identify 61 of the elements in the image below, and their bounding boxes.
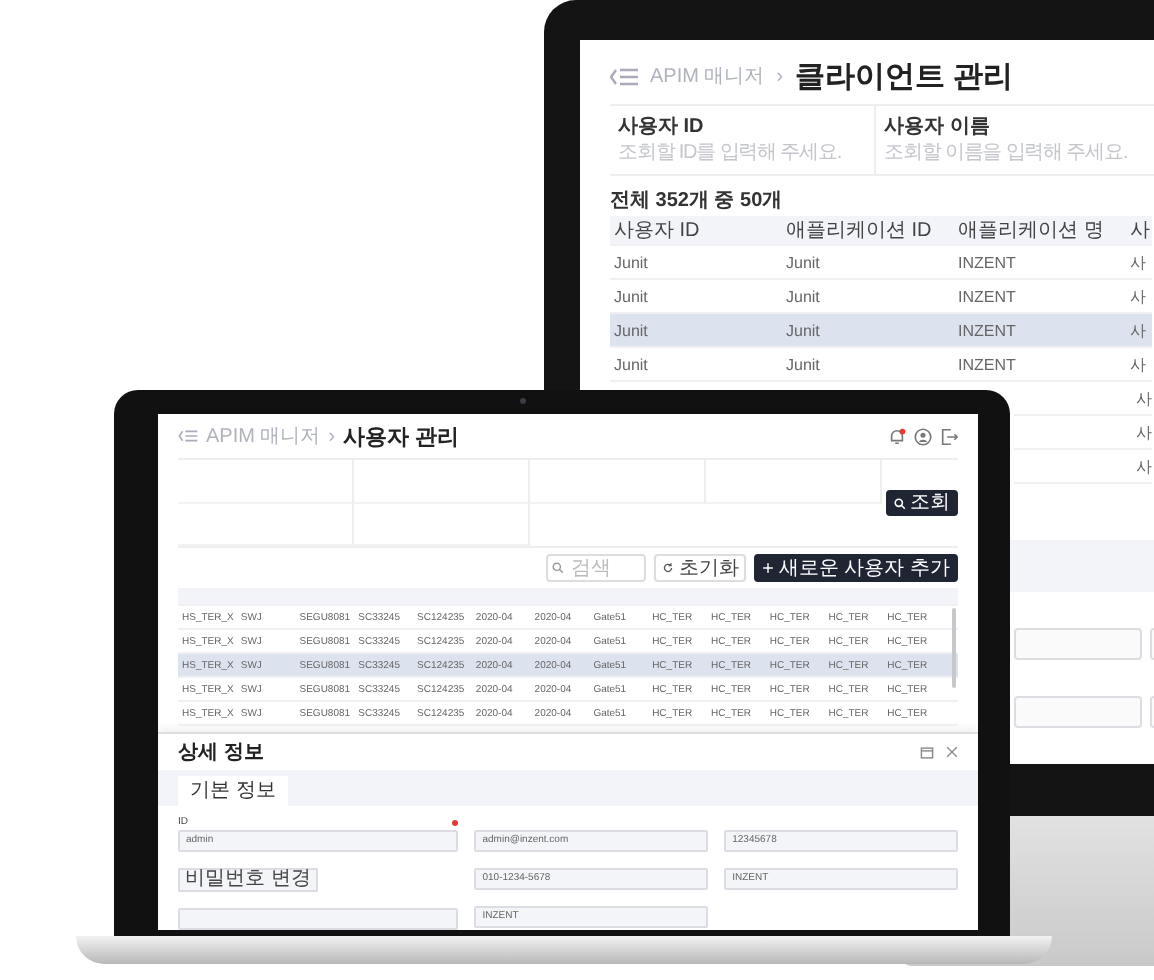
input-field[interactable] [1014, 696, 1142, 728]
table-cell-text: Junit [784, 287, 822, 305]
table-row[interactable]: 사 [1014, 382, 1152, 416]
table-cell-text: 사 [1134, 421, 1152, 443]
search-icon [894, 497, 906, 510]
search-icon [552, 562, 565, 574]
tab[interactable]: 기본 정보 [178, 776, 288, 806]
column-header: 애플리케이션 명 [956, 218, 1106, 244]
table-cell-text: 사 [1128, 353, 1148, 375]
filter-field[interactable]: 조회할 이름을 입력해 주세요. [884, 141, 1136, 165]
filter-label: 사용자 이름 [884, 115, 992, 137]
table-cell-text: Junit [612, 287, 650, 305]
reset-button[interactable]: 초기화 [654, 554, 747, 582]
table-cell-text: Junit [784, 253, 822, 271]
table-row[interactable]: Junit Junit INZENT 사 [610, 348, 1152, 382]
table-cell-text: 사 [1134, 455, 1152, 477]
table-row[interactable]: Junit Junit INZENT 사 [610, 314, 1152, 348]
search-field[interactable]: 검색 [546, 554, 647, 582]
table-cell-text: Junit [612, 321, 650, 339]
logout-icon[interactable] [940, 427, 958, 446]
table-row[interactable]: Junit Junit INZENT 사 [610, 246, 1152, 280]
panel-title: 상세 정보 [178, 740, 264, 766]
close-icon[interactable] [946, 746, 958, 758]
table-row[interactable]: 사 [1014, 450, 1152, 484]
search-button[interactable]: 조회 [886, 490, 958, 517]
breadcrumb-separator: › [776, 65, 784, 87]
change-password-button[interactable]: 비밀번호 변경 [178, 868, 318, 892]
input-field[interactable] [178, 908, 459, 930]
breadcrumb-separator: › [328, 425, 336, 448]
table-cell-text: 사 [1134, 387, 1152, 409]
menu-icon[interactable] [178, 430, 198, 443]
table-cell-text: Junit [612, 253, 650, 271]
table-cell-text: INZENT [956, 321, 1018, 339]
bell-icon[interactable] [888, 427, 906, 446]
filter-field[interactable]: 조회할 ID를 입력해 주세요. [618, 141, 870, 165]
refresh-icon [662, 562, 675, 574]
table-cell-text: Junit [784, 355, 822, 373]
window-icon[interactable] [920, 745, 934, 759]
table-row[interactable]: 사 [1014, 416, 1152, 450]
filter-label: 사용자 ID [618, 115, 706, 137]
table-cell-text: INZENT [956, 355, 1018, 373]
user-icon[interactable] [914, 427, 932, 446]
table-cell-text: Junit [612, 355, 650, 373]
page-title: 사용자 관리 [343, 423, 460, 452]
camera-dot [520, 398, 526, 404]
add-user-button[interactable]: 새로운 사용자 추가 [754, 554, 958, 582]
table-cell-text: INZENT [956, 287, 1018, 305]
table-cell-text: INZENT [956, 253, 1018, 271]
column-header: 사 [1128, 218, 1152, 244]
column-header: 사용자 ID [612, 218, 702, 244]
table-cell-text: Junit [784, 321, 822, 339]
table-cell-text: 사 [1128, 285, 1148, 307]
input-field[interactable] [1014, 628, 1142, 660]
column-header: 애플리케이션 ID [784, 218, 934, 244]
scrollbar[interactable] [952, 608, 956, 688]
result-count: 전체 352개 중 50개 [610, 188, 785, 210]
page-title: 클라이언트 관리 [795, 57, 1014, 95]
table-cell-text: 사 [1128, 319, 1148, 341]
menu-icon[interactable] [610, 67, 638, 85]
plus-icon [762, 562, 775, 574]
table-cell-text: 사 [1128, 251, 1148, 273]
